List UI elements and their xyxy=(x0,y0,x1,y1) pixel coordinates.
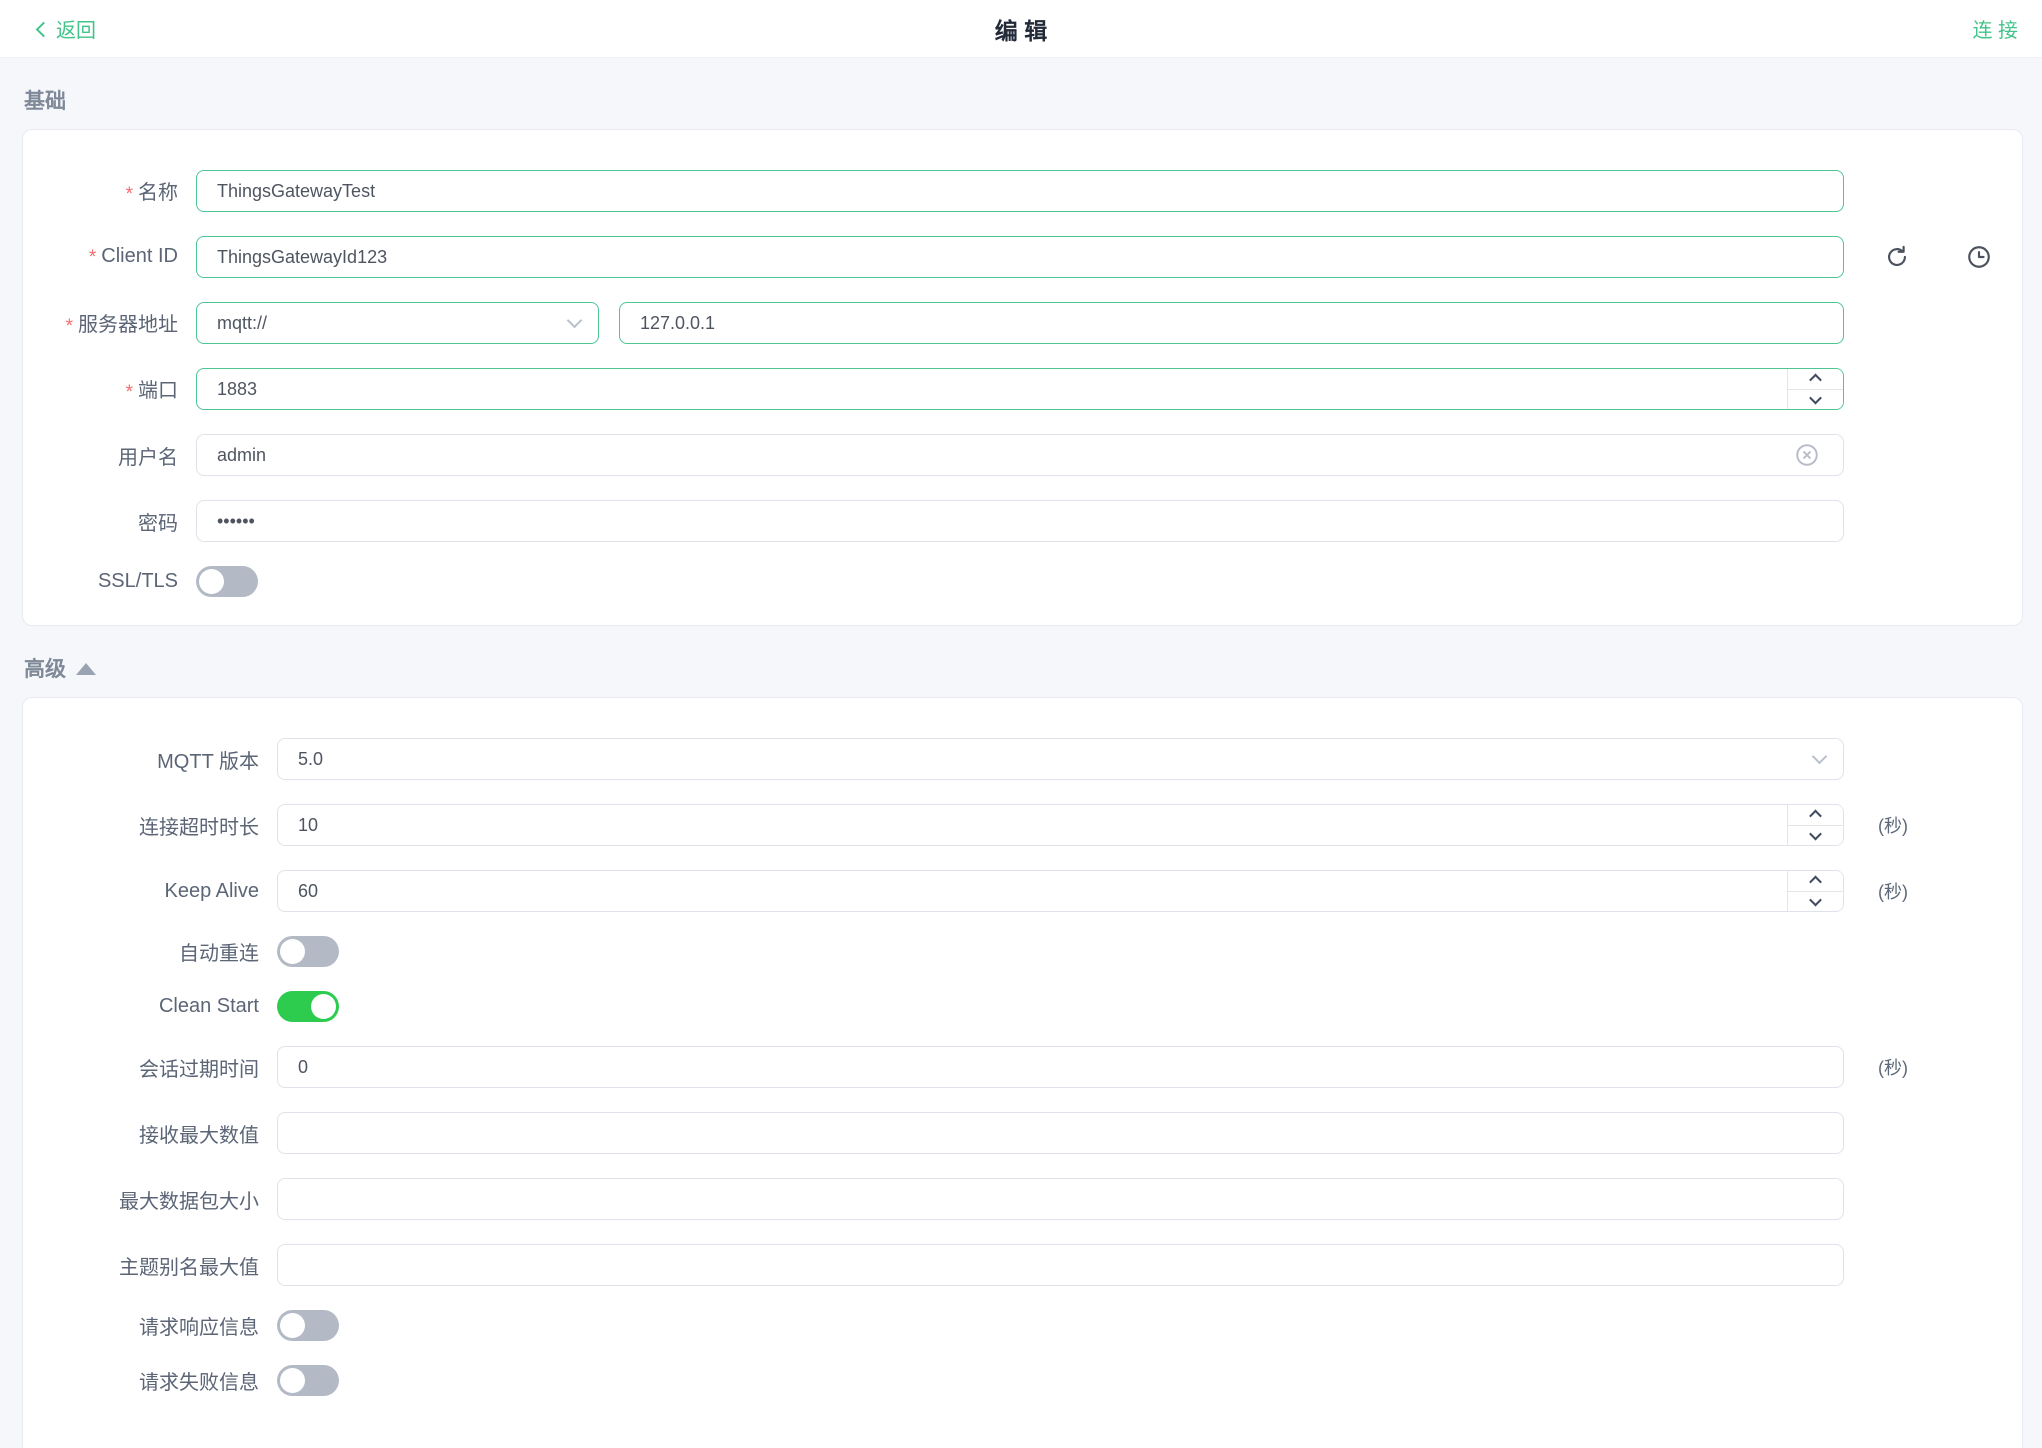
stepper-down-button[interactable] xyxy=(1788,891,1843,912)
auto-reconnect-row: 自动重连 xyxy=(23,936,2022,967)
mqtt-version-label: MQTT 版本 xyxy=(23,745,259,774)
server-row: 服务器地址 mqtt:// xyxy=(23,302,2022,344)
request-problem-info-toggle[interactable] xyxy=(277,1365,339,1396)
request-response-info-row: 请求响应信息 xyxy=(23,1310,2022,1341)
password-input[interactable] xyxy=(196,500,1844,542)
chevron-down-icon xyxy=(1809,827,1822,840)
advanced-card: MQTT 版本 5.0 连接超时时长 (秒) Keep Alive xyxy=(22,697,2023,1448)
auto-reconnect-label: 自动重连 xyxy=(23,937,259,966)
stepper-up-button[interactable] xyxy=(1788,805,1843,825)
ssl-row: SSL/TLS xyxy=(23,566,2022,597)
toggle-knob xyxy=(280,1368,305,1393)
toggle-knob xyxy=(311,994,336,1019)
back-label: 返回 xyxy=(56,14,96,43)
ssl-toggle[interactable] xyxy=(196,566,258,597)
stepper-down-button[interactable] xyxy=(1788,389,1843,410)
page-title: 编 辑 xyxy=(995,12,1047,46)
form-content: 基础 名称 Client ID xyxy=(0,57,2042,1448)
section-header-advanced[interactable]: 高级 xyxy=(24,653,2023,683)
receive-maximum-input[interactable] xyxy=(277,1112,1844,1154)
refresh-icon[interactable] xyxy=(1884,244,1910,270)
triangle-up-icon xyxy=(76,663,96,675)
circle-close-icon[interactable] xyxy=(1794,442,1820,468)
stepper-up-button[interactable] xyxy=(1788,369,1843,389)
keep-alive-stepper xyxy=(1787,871,1843,911)
top-bar: 返回 编 辑 连 接 xyxy=(0,0,2042,57)
connect-timeout-unit: (秒) xyxy=(1862,812,2022,838)
ssl-label: SSL/TLS xyxy=(23,570,178,593)
connect-timeout-row: 连接超时时长 (秒) xyxy=(23,804,2022,846)
toggle-knob xyxy=(280,1313,305,1338)
request-problem-info-row: 请求失败信息 xyxy=(23,1365,2022,1396)
connect-timeout-input[interactable] xyxy=(277,804,1844,846)
connect-timeout-label: 连接超时时长 xyxy=(23,811,259,840)
protocol-value: mqtt:// xyxy=(217,313,267,334)
port-input[interactable] xyxy=(196,368,1844,410)
request-response-info-label: 请求响应信息 xyxy=(23,1311,259,1340)
mqtt-version-row: MQTT 版本 5.0 xyxy=(23,738,2022,780)
username-row: 用户名 xyxy=(23,434,2022,476)
connect-button[interactable]: 连 接 xyxy=(1972,14,2018,43)
session-expiry-input[interactable] xyxy=(277,1046,1844,1088)
session-expiry-unit: (秒) xyxy=(1862,1054,2022,1080)
port-stepper xyxy=(1787,369,1843,409)
protocol-select[interactable]: mqtt:// xyxy=(196,302,599,344)
chevron-down-icon xyxy=(1809,391,1822,404)
name-label: 名称 xyxy=(23,176,178,206)
keep-alive-unit: (秒) xyxy=(1862,878,2022,904)
topic-alias-maximum-row: 主题别名最大值 xyxy=(23,1244,2022,1286)
chevron-up-icon xyxy=(1809,374,1822,387)
server-address-input[interactable] xyxy=(619,302,1844,344)
chevron-left-icon xyxy=(36,21,52,37)
max-packet-size-row: 最大数据包大小 xyxy=(23,1178,2022,1220)
chevron-up-icon xyxy=(1809,876,1822,889)
section-header-basic[interactable]: 基础 xyxy=(24,85,2023,115)
basic-card: 名称 Client ID xyxy=(22,129,2023,626)
clean-start-toggle[interactable] xyxy=(277,991,339,1022)
session-expiry-row: 会话过期时间 (秒) xyxy=(23,1046,2022,1088)
keep-alive-label: Keep Alive xyxy=(23,880,259,903)
port-label: 端口 xyxy=(23,374,178,404)
chevron-down-icon xyxy=(567,313,583,329)
max-packet-size-label: 最大数据包大小 xyxy=(23,1185,259,1214)
keep-alive-input[interactable] xyxy=(277,870,1844,912)
client-id-input[interactable] xyxy=(196,236,1844,278)
section-basic-title: 基础 xyxy=(24,85,66,115)
username-label: 用户名 xyxy=(23,441,178,470)
topic-alias-maximum-input[interactable] xyxy=(277,1244,1844,1286)
clean-start-row: Clean Start xyxy=(23,991,2022,1022)
client-id-row: Client ID xyxy=(23,236,2022,278)
auto-reconnect-toggle[interactable] xyxy=(277,936,339,967)
mqtt-version-value: 5.0 xyxy=(298,749,323,770)
chevron-up-icon xyxy=(1809,810,1822,823)
section-advanced-title: 高级 xyxy=(24,653,66,683)
password-row: 密码 xyxy=(23,500,2022,542)
server-label: 服务器地址 xyxy=(23,308,178,338)
chevron-down-icon xyxy=(1812,749,1828,765)
stepper-down-button[interactable] xyxy=(1788,825,1843,846)
request-response-info-toggle[interactable] xyxy=(277,1310,339,1341)
client-id-label: Client ID xyxy=(23,245,178,269)
clock-icon[interactable] xyxy=(1966,244,1992,270)
session-expiry-label: 会话过期时间 xyxy=(23,1053,259,1082)
max-packet-size-input[interactable] xyxy=(277,1178,1844,1220)
stepper-up-button[interactable] xyxy=(1788,871,1843,891)
chevron-down-icon xyxy=(1809,893,1822,906)
toggle-knob xyxy=(199,569,224,594)
receive-maximum-row: 接收最大数值 xyxy=(23,1112,2022,1154)
clean-start-label: Clean Start xyxy=(23,995,259,1018)
password-label: 密码 xyxy=(23,507,178,536)
request-problem-info-label: 请求失败信息 xyxy=(23,1366,259,1395)
name-input[interactable] xyxy=(196,170,1844,212)
topic-alias-maximum-label: 主题别名最大值 xyxy=(23,1251,259,1280)
username-input[interactable] xyxy=(196,434,1844,476)
mqtt-version-select[interactable]: 5.0 xyxy=(277,738,1844,780)
port-row: 端口 xyxy=(23,368,2022,410)
toggle-knob xyxy=(280,939,305,964)
back-button[interactable]: 返回 xyxy=(38,14,96,43)
receive-maximum-label: 接收最大数值 xyxy=(23,1119,259,1148)
name-row: 名称 xyxy=(23,170,2022,212)
connect-timeout-stepper xyxy=(1787,805,1843,845)
keep-alive-row: Keep Alive (秒) xyxy=(23,870,2022,912)
